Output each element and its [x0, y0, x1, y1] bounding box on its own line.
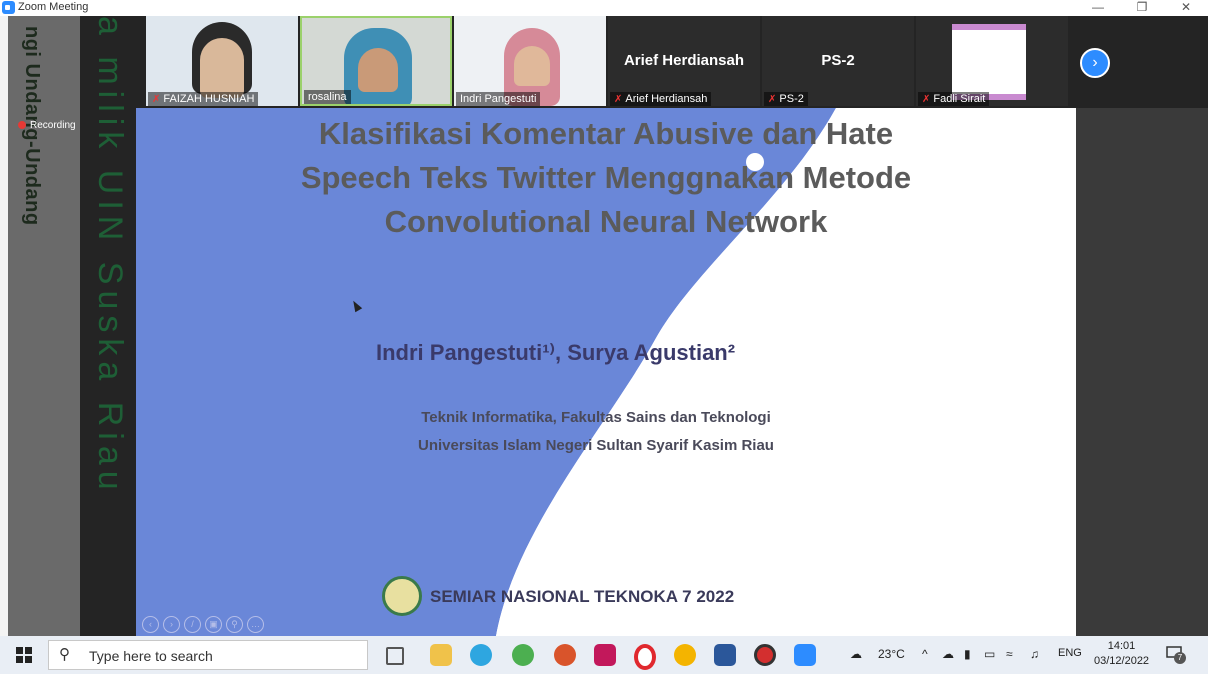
participant-display-name: PS-2: [821, 52, 855, 69]
slide-footer: SEMIAR NASIONAL TEKNOKA 7 2022: [430, 587, 735, 606]
notification-icon[interactable]: 7: [1166, 646, 1186, 664]
language-indicator[interactable]: ENG: [1058, 647, 1082, 659]
participant-name-label: Indri Pangestuti: [456, 92, 541, 106]
participant-strip: ✗ FAIZAH HUSNIAH rosalina Indri Pangestut…: [146, 16, 1106, 106]
participant-name-label: ✗ Arief Herdiansah: [610, 92, 712, 106]
battery-icon[interactable]: ▭: [984, 647, 995, 661]
app-icon[interactable]: [594, 644, 616, 666]
window-titlebar: Zoom Meeting — ❐ ✕: [0, 0, 1208, 16]
mic-off-icon: ✗: [614, 94, 623, 105]
slideshow-controls: ‹ › / ▣ ⚲…: [142, 614, 268, 633]
pen-icon[interactable]: /: [184, 616, 201, 633]
affiliation-line: Teknik Informatika, Fakultas Sains dan T…: [421, 409, 771, 426]
slide-title-line: Klasifikasi Komentar Abusive dan Hate: [318, 116, 894, 151]
participant-tile[interactable]: rosalina: [300, 16, 452, 106]
windows-start-icon[interactable]: [16, 647, 32, 663]
weather-temperature[interactable]: 23°C: [878, 647, 905, 661]
zoom-icon[interactable]: ⚲: [226, 616, 243, 633]
participant-video: [514, 46, 550, 86]
microphone-icon[interactable]: ▮: [964, 647, 971, 661]
powerpoint-icon[interactable]: [554, 644, 576, 666]
slide-authors: Indri Pangestuti¹⁾, Surya Agustian²: [376, 340, 736, 365]
restore-icon[interactable]: ❐: [1120, 0, 1164, 16]
participant-tile[interactable]: Indri Pangestuti: [454, 16, 606, 106]
participant-display-name: Arief Herdiansah: [623, 52, 745, 69]
clock-time: 14:01: [1107, 640, 1136, 652]
system-clock[interactable]: 14:01 03/12/2022: [1094, 639, 1149, 669]
mic-off-icon: ✗: [768, 94, 777, 105]
file-explorer-icon[interactable]: [430, 644, 452, 666]
affiliation-line: Universitas Islam Negeri Sultan Syarif K…: [418, 437, 774, 454]
previous-slide-icon[interactable]: ‹: [142, 616, 159, 633]
mic-off-icon: ✗: [922, 94, 931, 105]
clock-date: 03/12/2022: [1094, 655, 1150, 667]
windows-taskbar: ⚲ Type here to search ☁ 23°C ^ ☁ ▮ ▭ ≈ ♫…: [0, 636, 1208, 674]
left-edge: [0, 16, 8, 636]
chrome-icon[interactable]: [674, 644, 696, 666]
university-logo: [382, 576, 422, 616]
participant-name-label: ✗ FAIZAH HUSNIAH: [148, 92, 259, 106]
slides-icon[interactable]: ▣: [205, 616, 222, 633]
participant-video: [358, 48, 398, 92]
recording-indicator: Recording: [18, 120, 76, 131]
slide-title-line: Speech Teks Twitter Menggnakan Metode: [300, 160, 912, 195]
minimize-icon[interactable]: —: [1076, 0, 1120, 16]
chrome-icon[interactable]: [512, 644, 534, 666]
meeting-area: ngi Undang-Undang a milik UIN Suska Riau…: [0, 16, 1208, 636]
next-participants-button[interactable]: ›: [1080, 48, 1110, 78]
taskbar-search-box[interactable]: ⚲ Type here to search: [48, 640, 368, 670]
weather-icon[interactable]: ☁: [850, 647, 862, 661]
zoom-app-icon[interactable]: [794, 644, 816, 666]
participant-name-label: ✗ PS-2: [764, 92, 808, 106]
window-title: Zoom Meeting: [18, 1, 89, 13]
telegram-icon[interactable]: [470, 644, 492, 666]
participant-tile[interactable]: ✗ Fadli Sirait: [916, 16, 1068, 106]
participant-video: [952, 24, 1026, 100]
participant-video: [200, 38, 244, 98]
participant-name-label: rosalina: [304, 90, 351, 104]
volume-icon[interactable]: ♫: [1030, 647, 1039, 661]
onedrive-icon[interactable]: ☁: [942, 647, 954, 661]
mic-off-icon: ✗: [152, 94, 161, 105]
recorder-icon[interactable]: [754, 644, 776, 666]
more-icon[interactable]: …: [247, 616, 264, 633]
zoom-logo-icon: [2, 1, 15, 14]
record-icon: [18, 121, 26, 130]
participant-tile[interactable]: PS-2 ✗ PS-2: [762, 16, 914, 106]
slide-affiliation: Teknik Informatika, Fakultas Sains dan T…: [386, 404, 806, 460]
next-slide-icon[interactable]: ›: [163, 616, 180, 633]
task-view-icon[interactable]: [386, 647, 404, 665]
chevron-up-icon[interactable]: ^: [922, 647, 928, 661]
participant-name-label: ✗ Fadli Sirait: [918, 92, 990, 106]
slide-margin: [1076, 108, 1208, 636]
search-placeholder: Type here to search: [89, 648, 213, 664]
participant-tile[interactable]: ✗ FAIZAH HUSNIAH: [146, 16, 298, 106]
search-icon: ⚲: [59, 646, 70, 663]
watermark-text: a milik UIN Suska Riau: [91, 16, 129, 496]
opera-icon[interactable]: [634, 644, 656, 670]
participant-tile[interactable]: Arief Herdiansah ✗ Arief Herdiansah: [608, 16, 760, 106]
notification-badge: 7: [1174, 652, 1186, 664]
word-icon[interactable]: [714, 644, 736, 666]
slide-title-line: Convolutional Neural Network: [384, 204, 828, 239]
shared-slide: Klasifikasi Komentar Abusive dan Hate Sp…: [136, 108, 1076, 636]
wifi-icon[interactable]: ≈: [1006, 647, 1013, 661]
close-icon[interactable]: ✕: [1164, 0, 1208, 16]
